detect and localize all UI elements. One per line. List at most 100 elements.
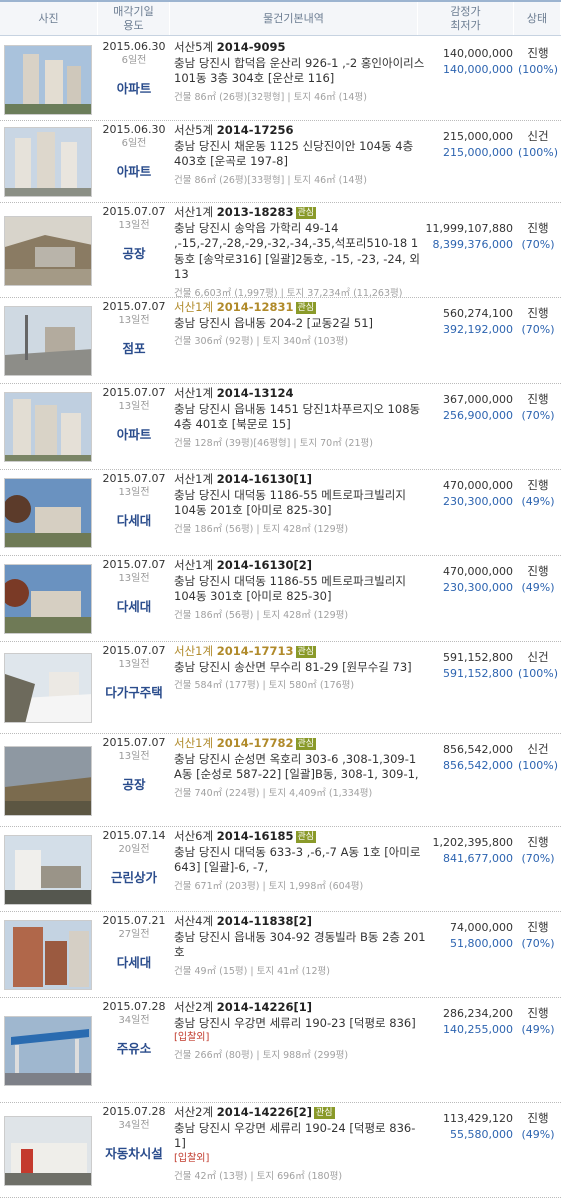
area-summary: 건물 128㎡ (39평)[46평형] | 토지 70㎡ (21평) bbox=[174, 437, 373, 449]
case-title[interactable]: 서산1계 2013-18283 관심 bbox=[174, 205, 426, 221]
table-row[interactable]: 2015.07.07 13일전 공장 서산1계 2014-17782 관심 충남 … bbox=[0, 734, 561, 827]
minimum-ratio: (49%) bbox=[521, 1022, 555, 1036]
status-cell: 진행 (70%) bbox=[515, 920, 561, 951]
price-cell: 560,274,100 392,192,000 bbox=[420, 306, 513, 337]
status-cell: 신건 (100%) bbox=[515, 129, 561, 160]
address: 충남 당진시 순성면 옥호리 303-6 ,308-1,309-1 A동 [순성… bbox=[174, 751, 419, 782]
table-row[interactable]: 2015.07.07 13일전 아파트 서산1계 2014-13124 충남 당… bbox=[0, 384, 561, 470]
info-cell: 서산1계 2014-17782 관심 충남 당진시 순성면 옥호리 303-6 ,… bbox=[174, 736, 426, 801]
table-row[interactable]: 2015.06.30 6일전 아파트 서산5계 2014-17256 충남 당진… bbox=[0, 121, 561, 203]
case-number[interactable]: 2014-16185 bbox=[217, 829, 294, 843]
case-number[interactable]: 2014-13124 bbox=[217, 386, 294, 400]
minimum-ratio: (100%) bbox=[517, 666, 559, 680]
case-title[interactable]: 서산6계 2014-16185 관심 bbox=[174, 829, 426, 845]
minimum-price: 8,399,376,000 bbox=[432, 237, 513, 251]
property-photo[interactable] bbox=[4, 834, 92, 905]
table-row[interactable]: 2015.07.14 20일전 근린상가 서산6계 2014-16185 관심 충… bbox=[0, 827, 561, 912]
area-summary: 건물 266㎡ (80평) | 토지 988㎡ (299평) bbox=[174, 1050, 349, 1061]
property-usage: 다세대 bbox=[116, 513, 152, 528]
case-number[interactable]: 2014-16130[2] bbox=[217, 558, 312, 572]
area-summary: 건물 186㎡ (56평) | 토지 428㎡ (129평) bbox=[174, 523, 349, 535]
court-name: 서산1계 bbox=[174, 472, 214, 486]
case-title[interactable]: 서산1계 2014-13124 bbox=[174, 386, 426, 402]
case-number[interactable]: 2014-14226[2] bbox=[217, 1105, 312, 1119]
case-title[interactable]: 서산5계 2014-17256 bbox=[174, 123, 426, 139]
status-label: 진행 bbox=[527, 835, 549, 849]
minimum-price: 230,300,000 bbox=[443, 494, 513, 508]
area-summary: 건물 86㎡ (26평)[32평형] | 토지 46㎡ (14평) bbox=[174, 91, 367, 103]
court-name: 서산6계 bbox=[174, 829, 214, 843]
interest-badge: 관심 bbox=[295, 302, 317, 314]
case-number[interactable]: 2014-17782 bbox=[217, 736, 294, 750]
case-title[interactable]: 서산1계 2014-12831 관심 bbox=[174, 300, 426, 316]
table-row[interactable]: 2015.07.21 27일전 다세대 서산4계 2014-11838[2] 충… bbox=[0, 912, 561, 998]
case-number[interactable]: 2014-9095 bbox=[217, 40, 286, 54]
property-photo[interactable] bbox=[4, 1115, 92, 1186]
date-usage-cell: 2015.07.07 13일전 다세대 bbox=[98, 558, 170, 615]
table-row[interactable]: 2015.07.07 13일전 공장 서산1계 2013-18283 관심 충남 … bbox=[0, 203, 561, 299]
table-row[interactable]: 2015.07.07 13일전 다세대 서산1계 2014-16130[2] 충… bbox=[0, 556, 561, 642]
table-row[interactable]: 2015.07.07 13일전 다세대 서산1계 2014-16130[1] 충… bbox=[0, 470, 561, 556]
status-cell: 진행 (49%) bbox=[515, 564, 561, 595]
case-title[interactable]: 서산1계 2014-17782 관심 bbox=[174, 736, 426, 752]
header-minimum: 최저가 bbox=[450, 18, 481, 32]
property-photo[interactable] bbox=[4, 215, 92, 286]
auction-date: 2015.07.07 bbox=[102, 558, 166, 571]
case-number[interactable]: 2014-17713 bbox=[217, 644, 294, 658]
minimum-ratio: (70%) bbox=[521, 322, 555, 336]
appraisal-price: 140,000,000 bbox=[443, 47, 513, 60]
property-photo[interactable] bbox=[4, 1015, 92, 1086]
date-usage-cell: 2015.07.07 13일전 다가구주택 bbox=[98, 644, 170, 701]
auction-date: 2015.07.28 bbox=[102, 1105, 166, 1118]
status-cell: 신건 (100%) bbox=[515, 650, 561, 681]
court-name: 서산5계 bbox=[174, 40, 214, 54]
property-photo[interactable] bbox=[4, 392, 92, 462]
days-ago: 13일전 bbox=[118, 573, 150, 584]
table-row[interactable]: 2015.07.07 13일전 다가구주택 서산1계 2014-17713 관심 … bbox=[0, 642, 561, 734]
status-label: 진행 bbox=[527, 221, 549, 235]
case-title[interactable]: 서산2계 2014-14226[2] 관심 bbox=[174, 1105, 426, 1121]
court-name: 서산1계 bbox=[174, 558, 214, 572]
case-title[interactable]: 서산2계 2014-14226[1] bbox=[174, 1000, 426, 1016]
case-number[interactable]: 2014-12831 bbox=[217, 300, 294, 314]
case-title[interactable]: 서산5계 2014-9095 bbox=[174, 40, 426, 56]
days-ago: 13일전 bbox=[118, 315, 150, 326]
property-photo[interactable] bbox=[4, 653, 92, 723]
case-number[interactable]: 2014-17256 bbox=[217, 123, 294, 137]
case-number[interactable]: 2014-14226[1] bbox=[217, 1000, 312, 1014]
property-photo[interactable] bbox=[4, 745, 92, 816]
property-photo[interactable] bbox=[4, 564, 92, 634]
property-usage: 아파트 bbox=[116, 427, 152, 442]
case-title[interactable]: 서산1계 2014-16130[1] bbox=[174, 472, 426, 488]
header-status: 상태 bbox=[514, 2, 561, 35]
table-row[interactable]: 2015.07.07 13일전 점포 서산1계 2014-12831 관심 충남 … bbox=[0, 298, 561, 384]
property-usage: 공장 bbox=[122, 246, 146, 261]
appraisal-price: 856,542,000 bbox=[443, 743, 513, 756]
case-title[interactable]: 서산1계 2014-16130[2] bbox=[174, 558, 426, 574]
appraisal-price: 470,000,000 bbox=[443, 479, 513, 492]
auction-date: 2015.06.30 bbox=[102, 40, 166, 53]
case-number[interactable]: 2014-11838[2] bbox=[217, 914, 312, 928]
court-name: 서산1계 bbox=[174, 205, 214, 219]
property-photo[interactable] bbox=[4, 127, 92, 197]
auction-date: 2015.06.30 bbox=[102, 123, 166, 136]
status-cell: 진행 (70%) bbox=[515, 835, 561, 866]
case-number[interactable]: 2014-16130[1] bbox=[217, 472, 312, 486]
property-usage: 주유소 bbox=[116, 1041, 152, 1056]
property-photo[interactable] bbox=[4, 920, 92, 990]
date-usage-cell: 2015.07.28 34일전 자동차시설 bbox=[98, 1105, 170, 1162]
minimum-price: 140,255,000 bbox=[443, 1022, 513, 1036]
case-title[interactable]: 서산1계 2014-17713 관심 bbox=[174, 644, 426, 660]
header-date: 매각기일 bbox=[113, 4, 154, 18]
property-photo[interactable] bbox=[4, 44, 92, 115]
case-number[interactable]: 2013-18283 bbox=[217, 205, 294, 219]
table-row[interactable]: 2015.07.28 34일전 자동차시설 서산2계 2014-14226[2]… bbox=[0, 1103, 561, 1198]
property-photo[interactable] bbox=[4, 478, 92, 548]
property-photo[interactable] bbox=[4, 306, 92, 376]
date-usage-cell: 2015.07.28 34일전 주유소 bbox=[98, 1000, 170, 1057]
case-title[interactable]: 서산4계 2014-11838[2] bbox=[174, 914, 426, 930]
minimum-ratio: (100%) bbox=[517, 62, 559, 76]
interest-badge: 관심 bbox=[295, 646, 317, 658]
table-row[interactable]: 2015.06.30 6일전 아파트 서산5계 2014-9095 충남 당진시… bbox=[0, 38, 561, 121]
table-row[interactable]: 2015.07.28 34일전 주유소 서산2계 2014-14226[1] 충… bbox=[0, 998, 561, 1103]
